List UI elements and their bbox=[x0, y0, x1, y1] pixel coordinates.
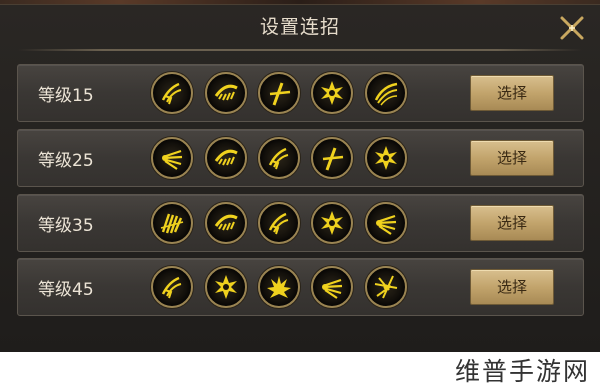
combo-row-2: 等级25 选择 bbox=[17, 129, 584, 187]
skill-slot[interactable] bbox=[365, 202, 407, 244]
skill-slot[interactable] bbox=[311, 266, 353, 308]
burst-star-icon bbox=[375, 146, 397, 170]
skill-slot[interactable] bbox=[205, 137, 247, 179]
combo-row-1: 等级15 选择 bbox=[17, 64, 584, 122]
claw-strike-icon bbox=[268, 147, 289, 170]
comb-slash-icon bbox=[214, 214, 238, 231]
burst-star-icon bbox=[321, 81, 343, 105]
skill-slot[interactable] bbox=[365, 266, 407, 308]
level-label: 等级25 bbox=[38, 151, 94, 171]
wave-slash-icon bbox=[374, 82, 398, 106]
skill-slot[interactable] bbox=[151, 72, 193, 114]
claw-strike-icon bbox=[161, 82, 182, 105]
dialog-title: 设置连招 bbox=[259, 16, 340, 38]
skill-slot[interactable] bbox=[311, 137, 353, 179]
cross-slash-icon bbox=[269, 82, 291, 106]
flame-burst-icon bbox=[267, 276, 291, 298]
burst-star-icon bbox=[321, 211, 343, 235]
claw-strike-icon bbox=[161, 276, 182, 299]
select-button[interactable]: 选择 bbox=[470, 205, 554, 241]
wing-slash-icon bbox=[162, 149, 183, 170]
skill-slot[interactable] bbox=[205, 202, 247, 244]
skill-slot[interactable] bbox=[311, 202, 353, 244]
wing-slash-icon bbox=[322, 278, 343, 299]
cross-slash-icon bbox=[322, 147, 344, 171]
comb-slash-icon bbox=[214, 84, 238, 101]
title-divider bbox=[18, 49, 582, 51]
select-button[interactable]: 选择 bbox=[470, 75, 554, 111]
spark-slash-icon bbox=[374, 275, 398, 299]
close-icon bbox=[560, 16, 584, 40]
combo-row-4: 等级45 选择 bbox=[17, 258, 584, 316]
skill-slot[interactable] bbox=[205, 266, 247, 308]
skill-slot[interactable] bbox=[311, 72, 353, 114]
skill-slot[interactable] bbox=[151, 202, 193, 244]
skill-slot[interactable] bbox=[258, 202, 300, 244]
feather-slash-icon bbox=[160, 213, 184, 234]
skill-slot[interactable] bbox=[258, 137, 300, 179]
select-button[interactable]: 选择 bbox=[470, 140, 554, 176]
skill-slot[interactable] bbox=[258, 72, 300, 114]
close-button[interactable] bbox=[554, 10, 590, 46]
skill-slot[interactable] bbox=[151, 266, 193, 308]
skill-slot[interactable] bbox=[258, 266, 300, 308]
burst-star-icon bbox=[215, 275, 237, 299]
skill-slot[interactable] bbox=[205, 72, 247, 114]
claw-strike-icon bbox=[268, 212, 289, 235]
comb-slash-icon bbox=[214, 149, 238, 166]
level-label: 等级45 bbox=[38, 280, 94, 300]
site-watermark: 维普手游网 bbox=[454, 357, 590, 386]
level-label: 等级15 bbox=[38, 86, 94, 106]
skill-slot[interactable] bbox=[365, 72, 407, 114]
select-button[interactable]: 选择 bbox=[470, 269, 554, 305]
combo-row-3: 等级35 选择 bbox=[17, 194, 584, 252]
wing-slash-icon bbox=[376, 214, 397, 235]
skill-slot[interactable] bbox=[151, 137, 193, 179]
level-label: 等级35 bbox=[38, 216, 94, 236]
skill-slot[interactable] bbox=[365, 137, 407, 179]
